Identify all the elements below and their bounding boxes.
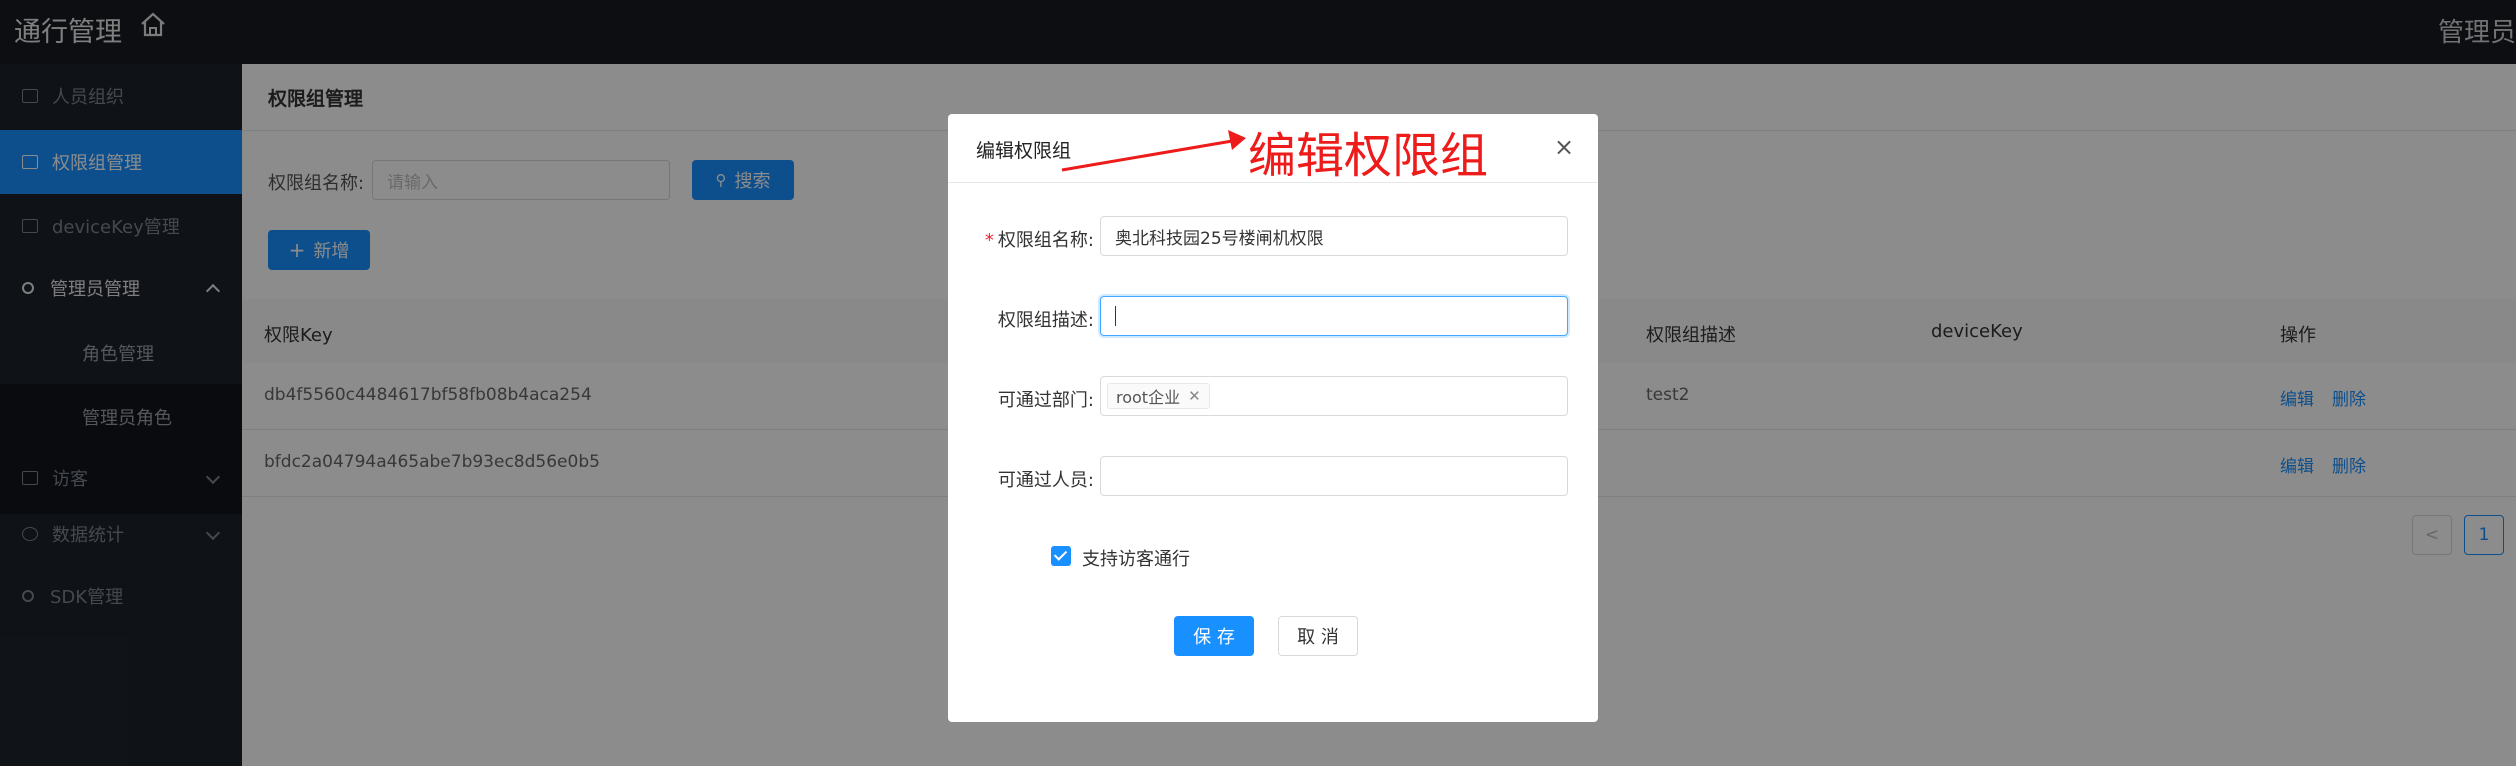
persons-label-wrap: 可通过人员: (948, 456, 1094, 496)
name-label-wrap: * 权限组名称: (948, 216, 1094, 256)
cancel-button[interactable]: 取 消 (1278, 616, 1358, 656)
name-field[interactable]: 奥北科技园25号楼闸机权限 (1100, 216, 1568, 256)
departments-select[interactable]: root企业 ✕ (1100, 376, 1568, 416)
save-button[interactable]: 保 存 (1174, 616, 1254, 656)
required-mark: * (984, 230, 994, 251)
persons-select[interactable] (1100, 456, 1568, 496)
visitor-checkbox[interactable] (1051, 546, 1071, 566)
text-cursor (1115, 306, 1116, 326)
persons-label: 可通过人员: (997, 470, 1094, 491)
department-tag: root企业 ✕ (1107, 383, 1210, 409)
name-label-text: 权限组名称: (997, 230, 1094, 251)
departments-label: 可通过部门: (997, 390, 1094, 411)
tag-close-icon[interactable]: ✕ (1188, 387, 1201, 405)
close-icon[interactable]: × (1554, 135, 1574, 159)
description-label-wrap: 权限组描述: (948, 296, 1094, 336)
department-tag-label: root企业 (1116, 388, 1181, 407)
visitor-checkbox-label: 支持访客通行 (1082, 549, 1190, 570)
departments-label-wrap: 可通过部门: (948, 376, 1094, 416)
name-label: * 权限组名称: (985, 226, 1094, 252)
dialog-title: 编辑权限组 (976, 140, 1072, 162)
description-field[interactable] (1100, 296, 1568, 336)
description-label: 权限组描述: (997, 310, 1094, 331)
annotation-label: 编辑权限组 (1248, 128, 1489, 184)
annotation-arrow (1061, 130, 1246, 172)
edit-permission-group-dialog: 编辑权限组 × * 权限组名称: 奥北科技园25号楼闸机权限 权限组描述: 可通过… (948, 114, 1598, 722)
